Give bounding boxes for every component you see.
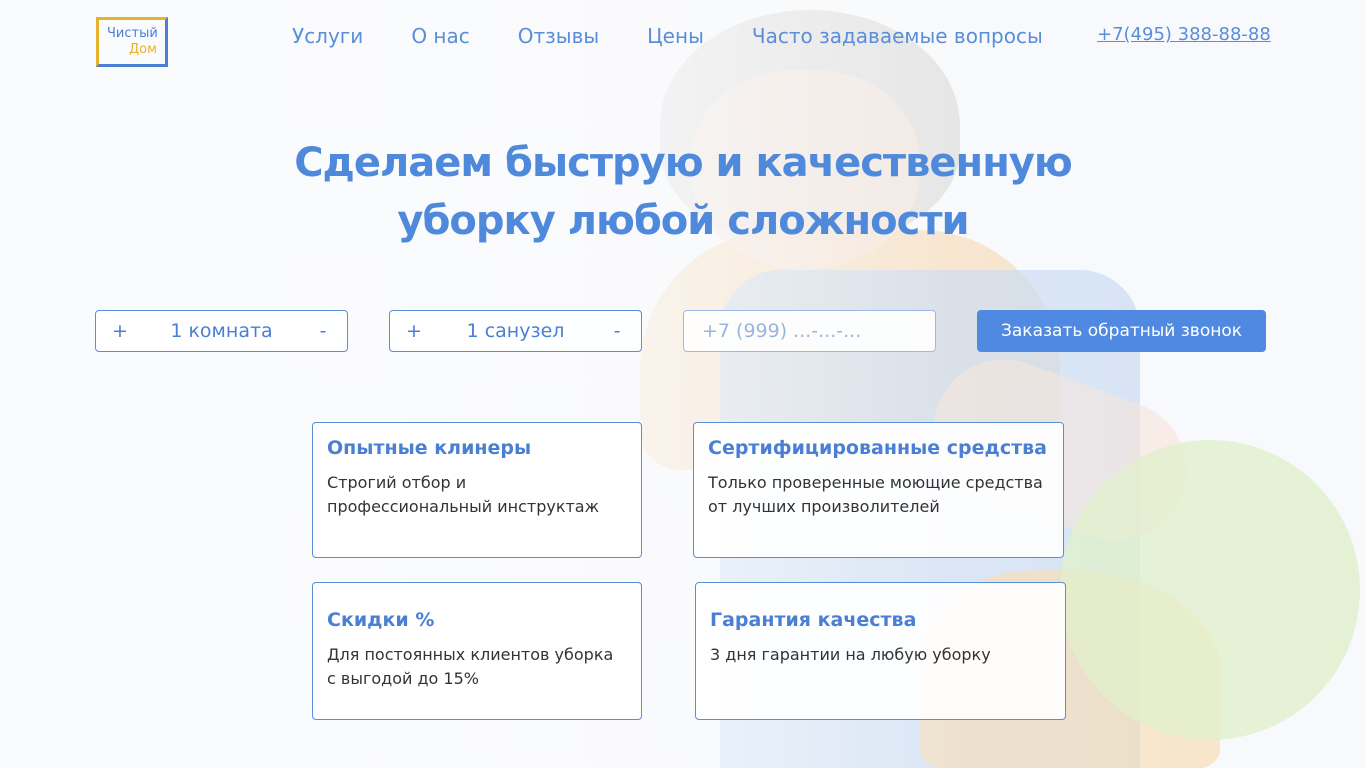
feature-title: Опытные клинеры	[327, 437, 532, 459]
hero-title-line2: уборку любой сложности	[397, 198, 969, 244]
feature-title: Сертифицированные средства	[708, 437, 1047, 459]
feature-text: Только проверенные моющие средства от лу…	[708, 473, 1043, 516]
bathrooms-minus-button[interactable]: -	[607, 320, 627, 342]
nav-link-faq[interactable]: Часто задаваемые вопросы	[752, 24, 1043, 48]
feature-title: Скидки %	[327, 609, 435, 631]
phone-input[interactable]	[683, 310, 936, 352]
phone-link[interactable]: +7(495) 388-88-88	[1097, 24, 1271, 45]
bathrooms-stepper: + 1 санузел -	[389, 310, 642, 352]
logo-line2: Дом	[129, 42, 157, 57]
rooms-plus-button[interactable]: +	[110, 320, 130, 342]
logo[interactable]: Чистый Дом	[96, 17, 168, 67]
feature-card-discounts: Скидки % Для постоянных клиентов уборка …	[312, 582, 642, 720]
rooms-stepper: + 1 комната -	[95, 310, 348, 352]
landing-page: Чистый Дом Услуги О нас Отзывы Цены Част…	[0, 0, 1366, 768]
hero-title-line1: Сделаем быструю и качественную	[294, 140, 1073, 186]
nav-link-prices[interactable]: Цены	[647, 24, 704, 48]
feature-card-certified: Сертифицированные средства Только провер…	[693, 422, 1064, 558]
logo-line1: Чистый	[107, 26, 158, 41]
nav-link-reviews[interactable]: Отзывы	[518, 24, 599, 48]
feature-card-cleaners: Опытные клинеры Строгий отбор и професси…	[312, 422, 642, 558]
feature-text: Строгий отбор и профессиональный инструк…	[327, 473, 600, 516]
main-nav: Услуги О нас Отзывы Цены Часто задаваемы…	[292, 24, 1091, 48]
feature-text: 3 дня гарантии на любую уборку	[710, 645, 991, 664]
bathrooms-value: 1 санузел	[466, 320, 565, 342]
hero-title: Сделаем быструю и качественную уборку лю…	[0, 134, 1366, 250]
rooms-minus-button[interactable]: -	[313, 320, 333, 342]
bathrooms-plus-button[interactable]: +	[404, 320, 424, 342]
feature-card-guarantee: Гарантия качества 3 дня гарантии на любу…	[695, 582, 1066, 720]
order-callback-button[interactable]: Заказать обратный звонок	[977, 310, 1266, 352]
nav-link-about[interactable]: О нас	[411, 24, 469, 48]
rooms-value: 1 комната	[170, 320, 273, 342]
feature-text: Для постоянных клиентов уборка с выгодой…	[327, 645, 614, 688]
feature-title: Гарантия качества	[710, 609, 917, 631]
nav-link-services[interactable]: Услуги	[292, 24, 363, 48]
